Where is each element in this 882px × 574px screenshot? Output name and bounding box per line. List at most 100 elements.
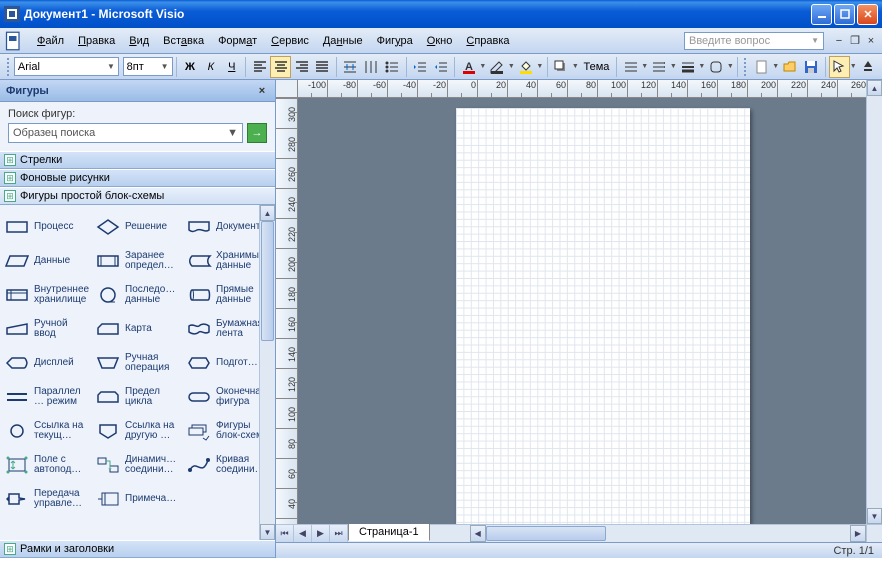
menu-правка[interactable]: Правка (71, 33, 122, 49)
vertical-ruler[interactable]: 3002802602402202001801601401201008060402… (276, 98, 298, 524)
new-button[interactable] (751, 56, 772, 78)
shape-diamond[interactable]: Решение (93, 211, 182, 243)
tape-icon (185, 318, 213, 340)
bullets-button[interactable] (382, 56, 403, 78)
doc-icon (4, 31, 24, 51)
line-color-button[interactable] (487, 56, 508, 78)
shape-parallelogram[interactable]: Данные (2, 245, 91, 277)
shape-internal[interactable]: Внутреннее хранилище (2, 279, 91, 311)
prep-icon (185, 352, 213, 374)
corner-button[interactable] (706, 56, 727, 78)
horizontal-ruler[interactable]: -100-80-60-40-20020406080100120140160180… (298, 80, 866, 98)
menubar: ФайлПравкаВидВставкаФорматСервисДанныеФи… (0, 28, 882, 54)
category-frames[interactable]: ⊞Рамки и заголовки (0, 540, 275, 558)
shape-predef[interactable]: Заранее определ… (93, 245, 182, 277)
font-combo[interactable]: Arial▼ (14, 57, 119, 76)
bold-button[interactable]: Ж (179, 56, 200, 78)
mdi-restore[interactable]: ❐ (848, 34, 862, 48)
menu-окно[interactable]: Окно (420, 33, 460, 49)
shape-label: Ручная операция (125, 353, 181, 373)
shape-card[interactable]: Карта (93, 313, 182, 345)
menu-данные[interactable]: Данные (316, 33, 370, 49)
menu-справка[interactable]: Справка (459, 33, 516, 49)
search-combo[interactable]: Образец поиска▼ (8, 123, 243, 143)
menu-формат[interactable]: Формат (211, 33, 264, 49)
close-pane-button[interactable]: × (255, 84, 269, 98)
category-backgrounds[interactable]: ⊞Фоновые рисунки (0, 169, 275, 187)
underline-button[interactable]: Ч (221, 56, 242, 78)
menu-вид[interactable]: Вид (122, 33, 156, 49)
fill-color-button[interactable] (515, 56, 536, 78)
shape-onpage[interactable]: Ссылка на текущ… (2, 415, 91, 447)
theme-label[interactable]: Тема (580, 61, 614, 73)
font-color-dd[interactable]: ▼ (479, 63, 487, 70)
close-button[interactable] (857, 4, 878, 25)
pointer-button[interactable] (829, 56, 850, 78)
vertical-scrollbar[interactable]: ▲▼ (866, 80, 882, 524)
mdi-close[interactable]: × (864, 34, 878, 48)
line-ends-button[interactable] (649, 56, 670, 78)
indent-increase-button[interactable] (431, 56, 452, 78)
align-justify-button[interactable] (312, 56, 333, 78)
shapes-scrollbar[interactable]: ▲▼ (259, 205, 275, 540)
shapes-grid: ПроцессРешениеДокументДанныеЗаранее опре… (0, 205, 275, 540)
shadow-button[interactable] (551, 56, 572, 78)
save-button[interactable] (801, 56, 822, 78)
indent-decrease-button[interactable] (410, 56, 431, 78)
shape-manual-input[interactable]: Ручной ввод (2, 313, 91, 345)
drawing-page[interactable] (456, 108, 750, 524)
horizontal-scrollbar[interactable]: ◀▶ (470, 525, 866, 542)
menu-сервис[interactable]: Сервис (264, 33, 316, 49)
shape-display[interactable]: Дисплей (2, 347, 91, 379)
canvas-viewport[interactable] (298, 98, 866, 524)
more-button[interactable] (857, 56, 878, 78)
minimize-button[interactable] (811, 4, 832, 25)
parallelogram-icon (3, 250, 31, 272)
category-arrows[interactable]: ⊞Стрелки (0, 151, 275, 169)
search-go-button[interactable]: → (247, 123, 267, 143)
menu-фигура[interactable]: Фигура (370, 33, 420, 49)
shape-control[interactable]: Передача управле… (2, 483, 91, 515)
shape-label: Предел цикла (125, 387, 181, 407)
nav-prev[interactable]: ◀ (294, 525, 312, 542)
line-pattern-button[interactable] (620, 56, 641, 78)
font-size-combo[interactable]: 8пт▼ (123, 57, 173, 76)
offpage-icon (94, 420, 122, 442)
nav-last[interactable]: ⏭ (330, 525, 348, 542)
nav-first[interactable]: ⏮ (276, 525, 294, 542)
nav-next[interactable]: ▶ (312, 525, 330, 542)
category-flowchart[interactable]: ⊞Фигуры простой блок-схемы (0, 187, 275, 205)
manual-op-icon (94, 352, 122, 374)
help-search[interactable]: Введите вопрос▼ (684, 32, 824, 50)
align-left-button[interactable] (249, 56, 270, 78)
page-tab[interactable]: Страница-1 (348, 524, 430, 541)
fill-color-dd[interactable]: ▼ (536, 63, 544, 70)
menu-файл[interactable]: Файл (30, 33, 71, 49)
align-right-button[interactable] (291, 56, 312, 78)
open-button[interactable] (780, 56, 801, 78)
annotation-icon (94, 488, 122, 510)
maximize-button[interactable] (834, 4, 855, 25)
font-color-button[interactable]: A (458, 56, 479, 78)
shape-annotation[interactable]: Примеча… (93, 483, 182, 515)
shape-circle[interactable]: Последо… данные (93, 279, 182, 311)
dist-vert-button[interactable] (361, 56, 382, 78)
line-color-dd[interactable]: ▼ (508, 63, 516, 70)
dist-horiz-button[interactable] (340, 56, 361, 78)
shape-parallel[interactable]: Параллел… режим (2, 381, 91, 413)
italic-button[interactable]: К (200, 56, 221, 78)
shape-dynconn[interactable]: Динамич… соедини… (93, 449, 182, 481)
mdi-minimize[interactable]: − (832, 34, 846, 48)
stored-icon (185, 250, 213, 272)
shape-offpage[interactable]: Ссылка на другую … (93, 415, 182, 447)
shape-rect[interactable]: Процесс (2, 211, 91, 243)
terminator-icon (185, 386, 213, 408)
menu-вставка[interactable]: Вставка (156, 33, 211, 49)
shape-autoheight[interactable]: Поле с автопод… (2, 449, 91, 481)
align-center-button[interactable] (270, 56, 291, 78)
shape-loop[interactable]: Предел цикла (93, 381, 182, 413)
circle-icon (94, 284, 122, 306)
line-weight-button[interactable] (677, 56, 698, 78)
shape-label: Ссылка на другую … (125, 421, 181, 441)
shape-manual-op[interactable]: Ручная операция (93, 347, 182, 379)
